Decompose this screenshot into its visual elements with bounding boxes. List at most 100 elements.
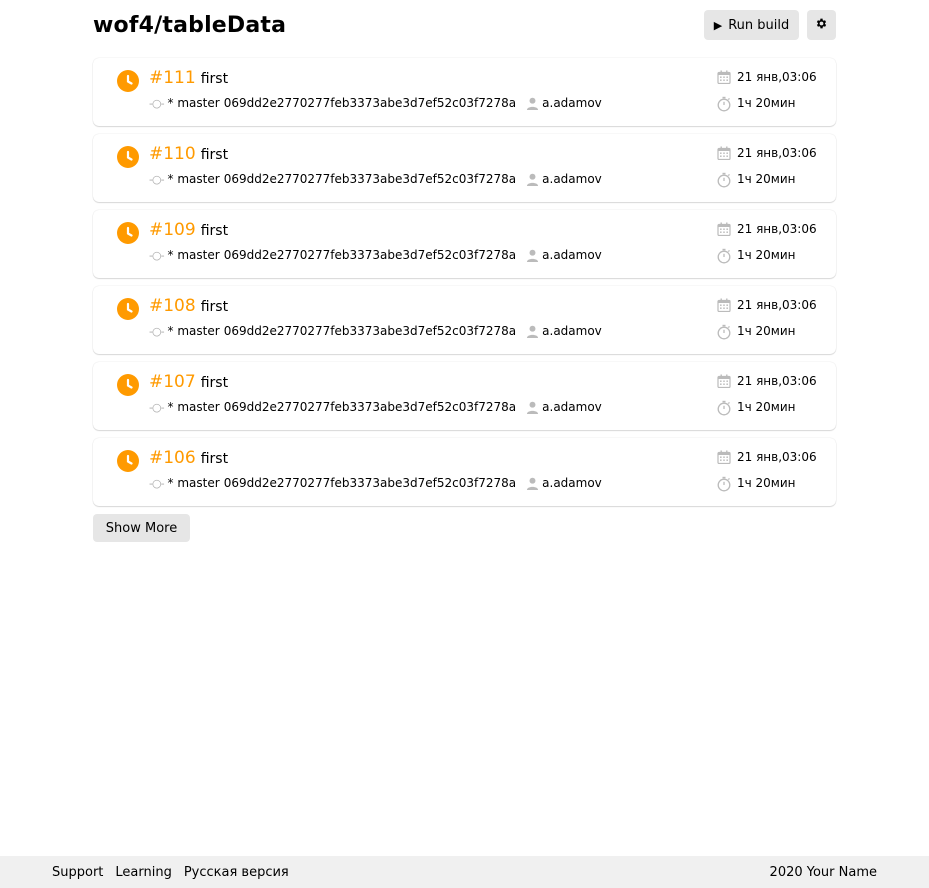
user-icon	[526, 325, 539, 338]
footer-links: Support Learning Русская версия	[52, 865, 289, 880]
clock-icon	[117, 450, 139, 472]
build-card[interactable]: #111 first -○- * master 069dd2e2770277fe…	[93, 58, 836, 126]
commit-hash: 069dd2e2770277feb3373abe3d7ef52c03f7278a	[223, 172, 517, 186]
build-title: #108 first	[149, 296, 228, 316]
footer-link-russian[interactable]: Русская версия	[184, 865, 289, 880]
commit-icon: -○-	[149, 400, 165, 414]
duration-row: 1ч 20мин	[717, 94, 817, 112]
calendar-icon	[717, 450, 731, 464]
author-name: a.adamov	[542, 324, 602, 338]
commit-hash: 069dd2e2770277feb3373abe3d7ef52c03f7278a	[223, 400, 517, 414]
branch-name: * master	[167, 248, 220, 262]
duration-row: 1ч 20мин	[717, 474, 817, 492]
build-number: #110	[149, 144, 196, 164]
page-header: wof4/tableData ▶ Run build	[93, 10, 836, 40]
branch-name: * master	[167, 476, 220, 490]
run-build-label: Run build	[728, 17, 790, 33]
user-icon	[526, 249, 539, 262]
build-card[interactable]: #107 first -○- * master 069dd2e2770277fe…	[93, 362, 836, 430]
stopwatch-icon	[717, 248, 731, 264]
build-message: first	[200, 451, 229, 467]
user-icon	[526, 173, 539, 186]
build-date: 21 янв,03:06	[737, 450, 817, 464]
author-name: a.adamov	[542, 476, 602, 490]
commit-hash: 069dd2e2770277feb3373abe3d7ef52c03f7278a	[223, 324, 517, 338]
branch-name: * master	[167, 324, 220, 338]
play-icon: ▶	[713, 18, 723, 32]
duration-row: 1ч 20мин	[717, 246, 817, 264]
build-details: -○- * master 069dd2e2770277feb3373abe3d7…	[149, 400, 602, 414]
build-meta: 21 янв,03:06 1ч 20мин	[717, 448, 817, 492]
commit-icon: -○-	[149, 248, 165, 262]
show-more-button[interactable]: Show More	[93, 514, 190, 542]
build-details: -○- * master 069dd2e2770277feb3373abe3d7…	[149, 324, 602, 338]
build-message: first	[200, 71, 229, 87]
footer-link-learning[interactable]: Learning	[115, 865, 171, 880]
build-meta: 21 янв,03:06 1ч 20мин	[717, 220, 817, 264]
build-duration: 1ч 20мин	[737, 248, 796, 262]
build-meta: 21 янв,03:06 1ч 20мин	[717, 372, 817, 416]
repo-title: wof4/tableData	[93, 12, 287, 38]
build-message: first	[200, 147, 229, 163]
user-icon	[526, 401, 539, 414]
commit-hash: 069dd2e2770277feb3373abe3d7ef52c03f7278a	[223, 248, 517, 262]
gear-icon	[815, 17, 828, 34]
header-actions: ▶ Run build	[704, 10, 836, 40]
user-icon	[526, 477, 539, 490]
build-message: first	[200, 223, 229, 239]
date-row: 21 янв,03:06	[717, 144, 817, 162]
build-title: #106 first	[149, 448, 228, 468]
build-details: -○- * master 069dd2e2770277feb3373abe3d7…	[149, 96, 602, 110]
build-message: first	[200, 375, 229, 391]
branch-name: * master	[167, 96, 220, 110]
build-card[interactable]: #108 first -○- * master 069dd2e2770277fe…	[93, 286, 836, 354]
build-title: #111 first	[149, 68, 228, 88]
build-meta: 21 янв,03:06 1ч 20мин	[717, 296, 817, 340]
duration-row: 1ч 20мин	[717, 322, 817, 340]
calendar-icon	[717, 70, 731, 84]
build-meta: 21 янв,03:06 1ч 20мин	[717, 144, 817, 188]
build-duration: 1ч 20мин	[737, 400, 796, 414]
calendar-icon	[717, 298, 731, 312]
calendar-icon	[717, 222, 731, 236]
date-row: 21 янв,03:06	[717, 296, 817, 314]
build-card[interactable]: #109 first -○- * master 069dd2e2770277fe…	[93, 210, 836, 278]
build-duration: 1ч 20мин	[737, 476, 796, 490]
build-card[interactable]: #110 first -○- * master 069dd2e2770277fe…	[93, 134, 836, 202]
clock-icon	[117, 146, 139, 168]
author-name: a.adamov	[542, 400, 602, 414]
build-date: 21 янв,03:06	[737, 146, 817, 160]
stopwatch-icon	[717, 96, 731, 112]
build-number: #109	[149, 220, 196, 240]
footer-link-support[interactable]: Support	[52, 865, 103, 880]
build-title: #109 first	[149, 220, 228, 240]
date-row: 21 янв,03:06	[717, 372, 817, 390]
clock-icon	[117, 374, 139, 396]
author-name: a.adamov	[542, 248, 602, 262]
build-message: first	[200, 299, 229, 315]
commit-icon: -○-	[149, 96, 165, 110]
date-row: 21 янв,03:06	[717, 68, 817, 86]
author-name: a.adamov	[542, 96, 602, 110]
footer: Support Learning Русская версия 2020 You…	[0, 856, 929, 888]
build-duration: 1ч 20мин	[737, 172, 796, 186]
settings-button[interactable]	[807, 10, 836, 40]
build-list: #111 first -○- * master 069dd2e2770277fe…	[93, 58, 836, 514]
build-date: 21 янв,03:06	[737, 222, 817, 236]
build-duration: 1ч 20мин	[737, 324, 796, 338]
commit-hash: 069dd2e2770277feb3373abe3d7ef52c03f7278a	[223, 96, 517, 110]
date-row: 21 янв,03:06	[717, 448, 817, 466]
build-card[interactable]: #106 first -○- * master 069dd2e2770277fe…	[93, 438, 836, 506]
date-row: 21 янв,03:06	[717, 220, 817, 238]
stopwatch-icon	[717, 172, 731, 188]
run-build-button[interactable]: ▶ Run build	[704, 10, 799, 40]
build-details: -○- * master 069dd2e2770277feb3373abe3d7…	[149, 248, 602, 262]
branch-name: * master	[167, 400, 220, 414]
clock-icon	[117, 222, 139, 244]
calendar-icon	[717, 374, 731, 388]
build-title: #110 first	[149, 144, 228, 164]
build-meta: 21 янв,03:06 1ч 20мин	[717, 68, 817, 112]
build-date: 21 янв,03:06	[737, 374, 817, 388]
build-title: #107 first	[149, 372, 228, 392]
commit-icon: -○-	[149, 172, 165, 186]
